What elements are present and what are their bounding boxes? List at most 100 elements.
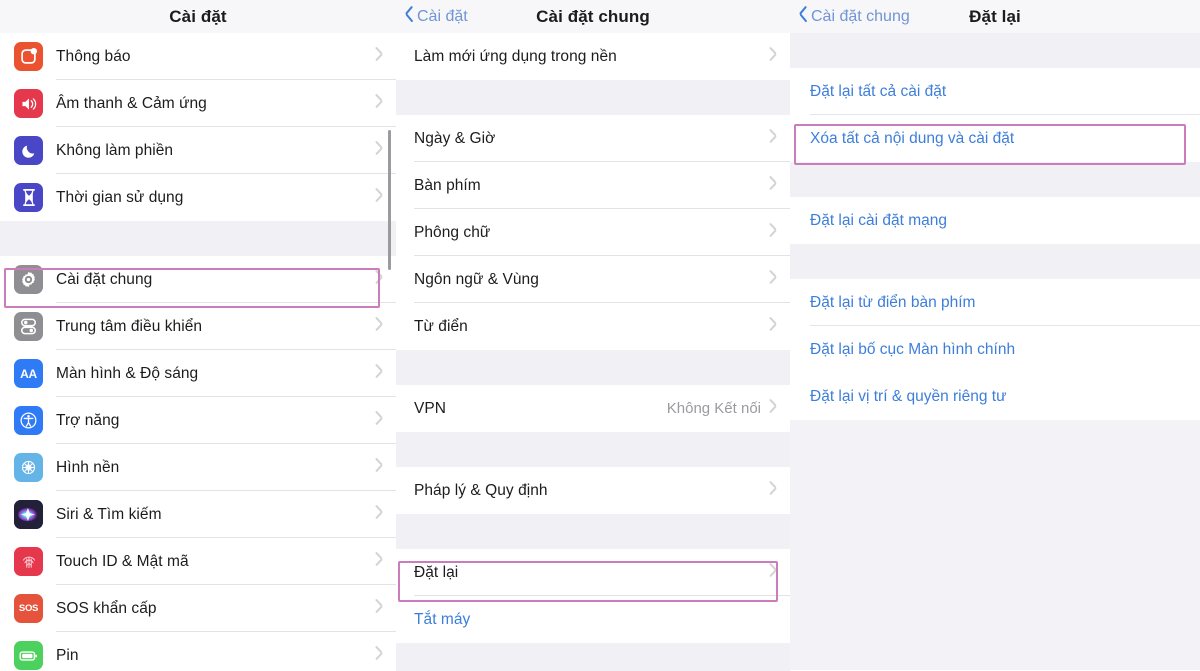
- list-item-shut-down[interactable]: Tắt máy: [396, 596, 790, 643]
- list-item-label: Từ điển: [414, 317, 468, 335]
- sidebar-item-screen-time[interactable]: Thời gian sử dụng: [0, 174, 396, 221]
- chevron-right-icon: [375, 143, 384, 158]
- list-item-reset-location-privacy[interactable]: Đặt lại vị trí & quyền riêng tư: [790, 373, 1200, 420]
- list-item-fonts[interactable]: Phông chữ: [396, 209, 790, 256]
- list-item-label: Ngày & Giờ: [414, 129, 496, 147]
- list-item-label: VPN: [414, 399, 447, 417]
- list-item-background-app-refresh[interactable]: Làm mới ứng dụng trong nền: [396, 33, 790, 80]
- sidebar-item-label: Trợ năng: [56, 411, 120, 429]
- sidebar-item-label: Thông báo: [56, 47, 131, 65]
- sidebar-item-do-not-disturb[interactable]: Không làm phiền: [0, 127, 396, 174]
- group-separator: [396, 80, 790, 115]
- sidebar-item-control-center[interactable]: Trung tâm điều khiển: [0, 303, 396, 350]
- sidebar-item-label: Hình nền: [56, 458, 120, 476]
- sidebar-item-label: Thời gian sử dụng: [56, 188, 184, 206]
- general-list: Làm mới ứng dụng trong nền Ngày & Giờ Bà…: [396, 33, 790, 671]
- back-button-label: Cài đặt chung: [811, 7, 910, 25]
- chevron-right-icon: [375, 366, 384, 381]
- vpn-status-value: Không Kết nối: [666, 400, 761, 417]
- sidebar-item-label: Màn hình & Độ sáng: [56, 364, 199, 382]
- sidebar-item-touch-id-passcode[interactable]: Touch ID & Mật mã: [0, 538, 396, 585]
- empty-area: [790, 420, 1200, 670]
- list-item-reset[interactable]: Đặt lại: [396, 549, 790, 596]
- list-item-label: Bàn phím: [414, 176, 481, 194]
- chevron-right-icon: [375, 601, 384, 616]
- chevron-right-icon: [375, 272, 384, 287]
- sidebar-item-label: Cài đặt chung: [56, 270, 153, 288]
- sidebar-item-wallpaper[interactable]: Hình nền: [0, 444, 396, 491]
- group-separator: [790, 244, 1200, 279]
- sos-glyph: SOS: [18, 603, 39, 614]
- wallpaper-icon: [14, 453, 43, 482]
- back-button-label: Cài đặt: [417, 7, 468, 25]
- siri-icon: [14, 500, 43, 529]
- sidebar-item-notifications[interactable]: Thông báo: [0, 33, 396, 80]
- list-item-date-time[interactable]: Ngày & Giờ: [396, 115, 790, 162]
- chevron-right-icon: [375, 554, 384, 569]
- sidebar-item-emergency-sos[interactable]: SOS SOS khẩn cấp: [0, 585, 396, 632]
- sidebar-item-label: Touch ID & Mật mã: [56, 552, 189, 570]
- list-item-label: Đặt lại từ điển bàn phím: [810, 293, 976, 311]
- list-item-dictionary[interactable]: Từ điển: [396, 303, 790, 350]
- chevron-right-icon: [769, 272, 778, 287]
- gear-icon: [14, 265, 43, 294]
- chevron-right-icon: [769, 49, 778, 64]
- page-title: Cài đặt: [169, 6, 227, 26]
- list-item-reset-home-screen-layout[interactable]: Đặt lại bố cục Màn hình chính: [790, 326, 1200, 373]
- chevron-right-icon: [375, 319, 384, 334]
- list-item-label: Đặt lại bố cục Màn hình chính: [810, 340, 1016, 358]
- list-item-keyboard[interactable]: Bàn phím: [396, 162, 790, 209]
- list-item-label: Đặt lại cài đặt mạng: [810, 211, 947, 229]
- chevron-left-icon: [798, 8, 809, 26]
- list-item-erase-all-content[interactable]: Xóa tất cả nội dung và cài đặt: [790, 115, 1200, 162]
- group-separator: [790, 33, 1200, 68]
- chevron-right-icon: [375, 413, 384, 428]
- sidebar-item-label: SOS khẩn cấp: [56, 599, 157, 617]
- list-item-reset-all-settings[interactable]: Đặt lại tất cả cài đặt: [790, 68, 1200, 115]
- list-item-language-region[interactable]: Ngôn ngữ & Vùng: [396, 256, 790, 303]
- chevron-right-icon: [769, 319, 778, 334]
- accessibility-icon: [14, 406, 43, 435]
- moon-icon: [14, 136, 43, 165]
- sidebar-item-battery[interactable]: Pin: [0, 632, 396, 671]
- sidebar-item-accessibility[interactable]: Trợ năng: [0, 397, 396, 444]
- scrollbar-thumb[interactable]: [388, 130, 391, 270]
- chevron-right-icon: [769, 225, 778, 240]
- group-separator: [0, 221, 396, 256]
- sidebar-item-display-brightness[interactable]: AA Màn hình & Độ sáng: [0, 350, 396, 397]
- list-item-legal-regulatory[interactable]: Pháp lý & Quy định: [396, 467, 790, 514]
- list-item-label: Đặt lại: [414, 563, 459, 581]
- list-item-label: Tắt máy: [414, 610, 471, 628]
- sidebar-item-label: Pin: [56, 646, 79, 664]
- sidebar-item-sounds[interactable]: Âm thanh & Cảm ứng: [0, 80, 396, 127]
- chevron-right-icon: [375, 96, 384, 111]
- panel-reset: Cài đặt chung Đặt lại Đặt lại tất cả cài…: [790, 0, 1200, 671]
- chevron-right-icon: [375, 648, 384, 663]
- list-item-vpn[interactable]: VPN Không Kết nối: [396, 385, 790, 432]
- chevron-right-icon: [769, 131, 778, 146]
- sidebar-item-label: Âm thanh & Cảm ứng: [56, 94, 207, 112]
- sidebar-item-general[interactable]: Cài đặt chung: [0, 256, 396, 303]
- general-navbar: Cài đặt Cài đặt chung: [396, 0, 790, 33]
- back-button-general[interactable]: Cài đặt chung: [790, 8, 910, 26]
- list-item-reset-network-settings[interactable]: Đặt lại cài đặt mạng: [790, 197, 1200, 244]
- back-button-settings[interactable]: Cài đặt: [396, 8, 468, 26]
- reset-list: Đặt lại tất cả cài đặt Xóa tất cả nội du…: [790, 33, 1200, 670]
- speaker-icon: [14, 89, 43, 118]
- chevron-right-icon: [769, 483, 778, 498]
- list-item-reset-keyboard-dictionary[interactable]: Đặt lại từ điển bàn phím: [790, 279, 1200, 326]
- sidebar-item-siri-search[interactable]: Siri & Tìm kiếm: [0, 491, 396, 538]
- three-panel-settings-screenshot: Cài đặt Thông báo Âm thanh & Cảm ứng Khô…: [0, 0, 1200, 671]
- chevron-left-icon: [404, 8, 415, 26]
- list-item-label: Pháp lý & Quy định: [414, 481, 548, 499]
- aa-glyph: AA: [20, 366, 37, 381]
- display-icon: AA: [14, 359, 43, 388]
- list-item-label: Làm mới ứng dụng trong nền: [414, 47, 617, 65]
- group-separator: [396, 350, 790, 385]
- chevron-right-icon: [375, 507, 384, 522]
- reset-navbar: Cài đặt chung Đặt lại: [790, 0, 1200, 33]
- group-separator: [790, 162, 1200, 197]
- sidebar-item-label: Trung tâm điều khiển: [56, 317, 203, 335]
- panel-settings-root: Cài đặt Thông báo Âm thanh & Cảm ứng Khô…: [0, 0, 396, 671]
- list-item-label: Ngôn ngữ & Vùng: [414, 270, 539, 288]
